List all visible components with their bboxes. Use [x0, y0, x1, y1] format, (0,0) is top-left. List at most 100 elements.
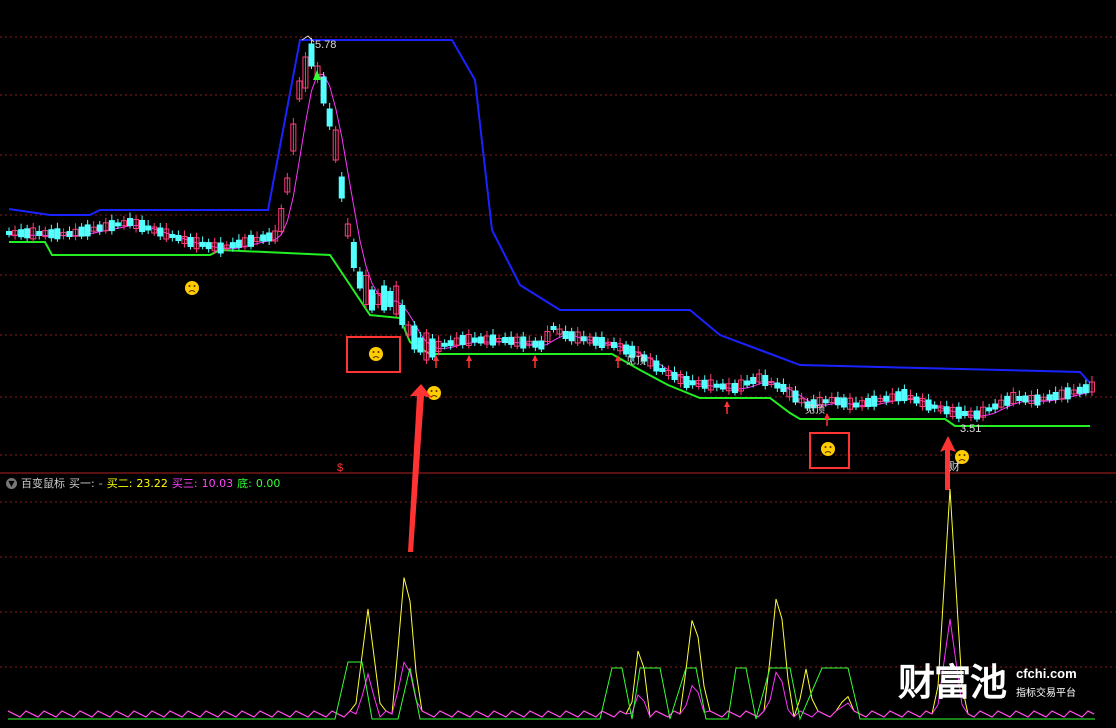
candle-body [840, 397, 847, 408]
candle-body [114, 222, 121, 227]
candle-body [381, 285, 388, 311]
candle-body [108, 220, 115, 232]
candle-body [532, 340, 539, 348]
candle-body [871, 395, 878, 407]
candle-body [356, 271, 363, 289]
candle-body [308, 43, 315, 67]
candle-body [1034, 394, 1041, 406]
price-annotations [185, 35, 969, 552]
candle-body [248, 234, 254, 247]
candle-body [568, 331, 575, 342]
candle-body [598, 337, 605, 348]
candle-body [1016, 396, 1023, 401]
sad-face-icon [821, 442, 835, 456]
candle-body [713, 383, 720, 388]
candle-body [689, 380, 696, 386]
candle-body [157, 227, 164, 237]
sad-face-eye [377, 351, 380, 353]
candle-body [429, 338, 436, 358]
candle-body [477, 336, 484, 344]
candle-body [320, 76, 327, 104]
candle-body [762, 375, 769, 386]
candle-body [701, 379, 708, 389]
buy1-value: - [98, 476, 103, 490]
candle-body [127, 218, 133, 226]
candle-body [1064, 387, 1071, 400]
candle-body [24, 228, 31, 239]
sad-face-icon [185, 281, 199, 295]
candle-body [1082, 384, 1089, 394]
watermark: 财富池 cfchi.com 指标交易平台 [898, 662, 1077, 702]
sad-face-eye [824, 446, 827, 448]
candle-body [326, 108, 333, 127]
price-labels: 5.78 $ 见顶 见顶 3.51 财 [315, 39, 981, 474]
candle-body [54, 228, 61, 240]
up-arrow-head [724, 401, 730, 407]
candle-body [931, 404, 938, 409]
candle-body [1022, 395, 1029, 403]
candle-body [187, 237, 194, 247]
candle-body [883, 395, 890, 402]
watermark-url: cfchi.com [1016, 666, 1077, 681]
candle-body [169, 234, 176, 238]
candle-body [520, 336, 527, 349]
candle-body [1004, 395, 1011, 406]
candle-body [205, 242, 212, 250]
candle-body [671, 372, 678, 380]
sad-face-eye [188, 285, 191, 287]
sad-face-eye [193, 285, 196, 287]
candle-body [611, 342, 617, 348]
high-price-label: 5.78 [315, 39, 336, 51]
bottom-label: 底: [237, 477, 252, 490]
candle-body [853, 402, 859, 408]
candle-body [955, 406, 962, 419]
candle-body [36, 231, 43, 236]
price-grid [0, 36, 1116, 668]
candle-body [943, 406, 950, 415]
candle-body [369, 289, 375, 311]
candle-body [48, 229, 55, 239]
stage-label-1: 见顶 [626, 355, 646, 367]
candle-body [139, 220, 146, 232]
candlesticks [6, 38, 1095, 423]
stage-label-2: 见顶 [805, 404, 825, 416]
candle-body [901, 389, 908, 401]
chevron-down-icon[interactable]: ▼ [6, 477, 17, 489]
candle-body [792, 390, 799, 403]
candle-body [96, 224, 103, 232]
sad-face-eye [372, 351, 375, 353]
candle-body [780, 384, 787, 392]
candle-body [411, 325, 418, 350]
candle-body [992, 403, 999, 410]
sad-face-eye [430, 390, 433, 392]
candle-body [260, 234, 267, 242]
price-bands [8, 39, 1093, 427]
candle-body [508, 336, 515, 345]
candle-body [399, 305, 406, 325]
candle-body [1046, 394, 1053, 401]
candle-body [913, 396, 920, 404]
candle-body [719, 383, 726, 390]
candle-body [562, 331, 569, 339]
big-arrow-icon [408, 384, 432, 552]
sad-face-eye [435, 390, 438, 392]
sad-face-icon [369, 347, 383, 361]
candle-body [986, 407, 993, 412]
candle-body [459, 335, 466, 345]
candle-body [580, 336, 587, 342]
low-price-label: 3.51 [960, 423, 981, 435]
candle-body [659, 368, 666, 372]
buy3-label: 买三: [171, 477, 198, 490]
candle-body [623, 344, 630, 355]
candle-body [653, 360, 660, 372]
buy2-value: 23.22 [136, 476, 168, 490]
candle-body [974, 410, 980, 420]
candle-body [78, 226, 85, 237]
candle-body [1052, 392, 1059, 400]
candle-body [502, 337, 509, 343]
up-arrow-head [532, 355, 538, 361]
candle-body [550, 326, 557, 330]
candle-body [417, 337, 424, 353]
candle-body [774, 382, 781, 389]
candle-body [266, 232, 273, 242]
